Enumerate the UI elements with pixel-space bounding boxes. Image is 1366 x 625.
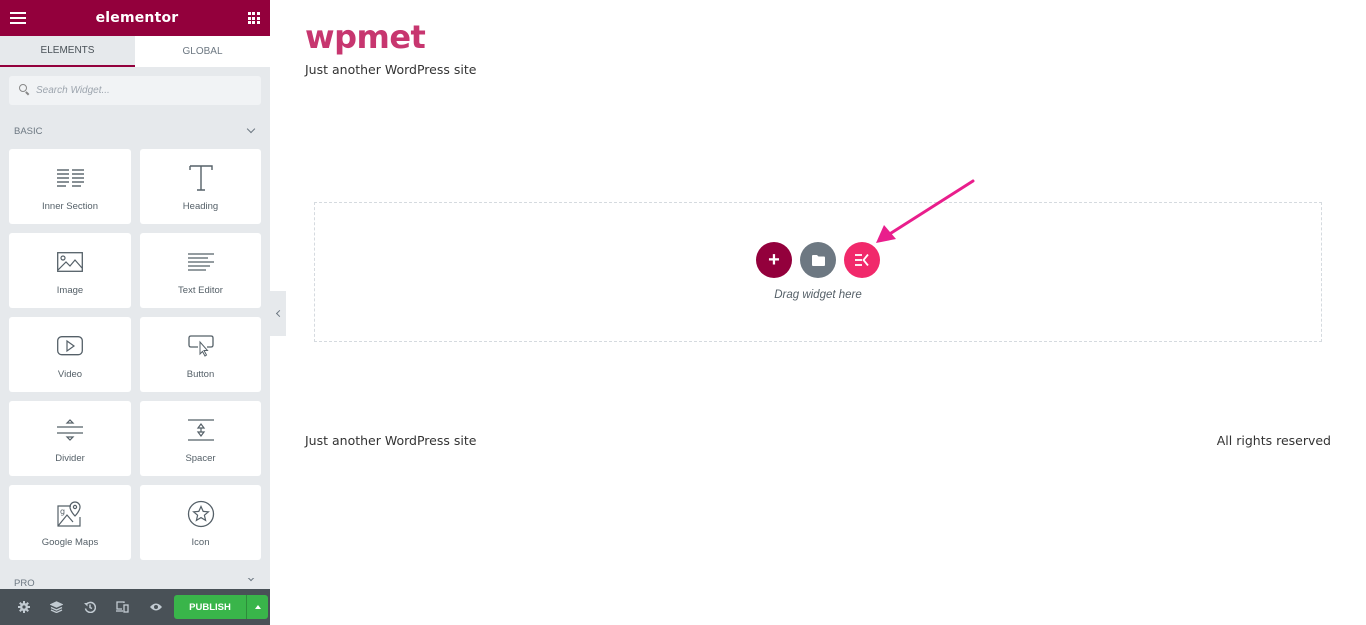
category-basic-title: BASIC [14,125,43,137]
divider-icon [57,415,83,445]
text-editor-icon [187,247,214,277]
widget-label: Icon [191,537,210,548]
publish-button[interactable]: PUBLISH [174,595,246,619]
spacer-icon [187,415,214,445]
svg-text:g: g [60,507,65,516]
widgets-grid-icon[interactable] [247,12,260,24]
widget-icon[interactable]: Icon [140,485,261,560]
button-icon [187,331,214,361]
preview-icon [149,603,162,611]
add-template-button[interactable] [800,242,836,278]
widget-heading[interactable]: Heading [140,149,261,224]
widget-label: Google Maps [41,537,99,548]
menu-icon[interactable] [10,12,26,24]
panel-tabs: ELEMENTS GLOBAL [0,36,270,67]
elementskit-template-button[interactable] [844,242,880,278]
history-icon [83,601,96,613]
widget-label: Spacer [185,453,216,464]
caret-up-icon [254,605,261,609]
panel-header: elementor [0,0,270,36]
site-description: Just another WordPress site [305,62,477,77]
folder-icon [811,254,825,266]
site-title[interactable]: wpmet [305,18,426,56]
widget-label: Button [186,369,215,380]
widget-label: Image [56,285,84,296]
widget-label: Divider [55,453,85,464]
widget-spacer[interactable]: Spacer [140,401,261,476]
video-icon [57,331,83,361]
search-widget-input[interactable] [36,85,236,96]
elementor-panel: elementor ELEMENTS GLOBAL BASIC [0,0,270,625]
navigator-icon [50,601,63,613]
inner-section-icon [56,163,84,193]
responsive-icon [116,601,129,613]
widget-google-maps[interactable]: g Google Maps [9,485,131,560]
tab-elements[interactable]: ELEMENTS [0,36,135,67]
elementor-logo: elementor [95,10,179,26]
panel-footer: PUBLISH [0,589,270,625]
navigator-button[interactable] [40,589,73,625]
settings-button[interactable] [7,589,40,625]
tab-global[interactable]: GLOBAL [135,36,270,67]
responsive-button[interactable] [106,589,139,625]
add-section-dropzone[interactable]: + Drag widget here [314,202,1322,342]
widget-button[interactable]: Button [140,317,261,392]
widget-video[interactable]: Video [9,317,131,392]
heading-icon [188,163,213,193]
collapse-panel-button[interactable] [270,291,286,336]
widget-label: Text Editor [178,285,223,296]
footer-site-description: Just another WordPress site [305,433,477,448]
add-section-button[interactable]: + [756,242,792,278]
chevron-down-icon [246,124,256,134]
widget-inner-section[interactable]: Inner Section [9,149,131,224]
widget-text-editor[interactable]: Text Editor [140,233,261,308]
category-basic-header[interactable]: BASIC [0,113,270,149]
widget-label: Inner Section [42,201,98,212]
footer-copyright: All rights reserved [1216,433,1331,448]
search-widget-box [9,76,261,105]
drag-widget-hint: Drag widget here [774,289,862,301]
preview-button[interactable] [139,589,172,625]
widget-divider[interactable]: Divider [9,401,131,476]
plus-icon: + [768,248,780,271]
publish-options-button[interactable] [246,595,268,619]
elementskit-icon [855,254,869,266]
star-icon [187,499,215,529]
search-icon [19,84,29,94]
google-maps-icon: g [57,499,83,529]
chevron-down-icon [246,578,256,582]
image-icon [57,247,83,277]
widget-grid: Inner Section Heading Image Text Editor [0,149,270,560]
elementor-editor: elementor ELEMENTS GLOBAL BASIC [0,0,1366,625]
chevron-left-icon [275,309,284,318]
widget-image[interactable]: Image [9,233,131,308]
history-button[interactable] [73,589,106,625]
settings-icon [17,601,30,613]
widget-label: Heading [182,201,219,212]
widget-label: Video [57,369,83,380]
